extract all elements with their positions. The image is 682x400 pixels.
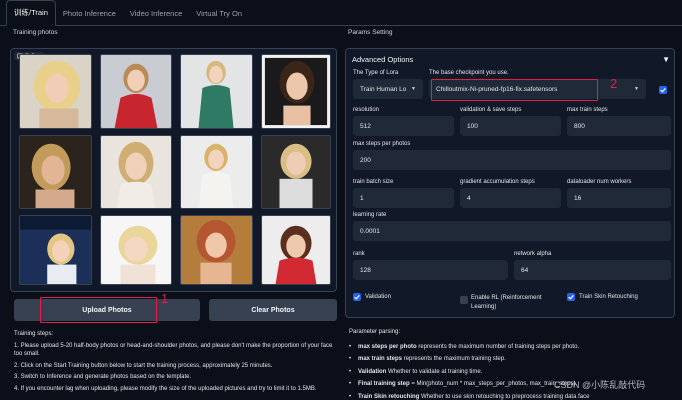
resolution-label: resolution — [353, 107, 380, 113]
parameter-desc: Whether to validate at training time. — [386, 368, 483, 375]
gallery-thumbnail[interactable] — [180, 215, 253, 285]
parameter-term: max train steps — [358, 356, 403, 362]
enable-rl-checkbox[interactable] — [460, 296, 468, 304]
max-steps-per-photos-label: max steps per photos — [353, 141, 411, 147]
parameter-item: max train steps represents the maximum t… — [349, 353, 679, 366]
parameter-item: Validation Whether to validate at traini… — [349, 366, 679, 379]
lora-type-select[interactable]: Train Human Lo ▼ — [353, 79, 423, 99]
check-icon — [568, 294, 574, 300]
training-photos-title: Training photos — [13, 29, 58, 36]
tab-bar: 训练/Train Photo Inference Video Inference… — [0, 0, 682, 26]
train-batch-size-input[interactable]: 1 — [353, 188, 454, 208]
refresh-checkpoint-checkbox[interactable] — [659, 86, 667, 94]
training-step: 3. Switch to Inference and generate phot… — [14, 374, 192, 381]
parameter-parsing-title: Parameter parsing: — [349, 329, 401, 335]
network-alpha-input[interactable]: 64 — [514, 260, 671, 280]
gallery-thumbnail[interactable] — [19, 135, 92, 209]
rank-label: rank — [353, 251, 365, 257]
enable-rl-label: Enable RL (Reinforcement Learning) — [471, 295, 542, 310]
max-steps-per-photos-input[interactable]: 200 — [353, 150, 671, 170]
skin-retouching-label: Train Skin Retouching — [579, 294, 638, 300]
training-step: 4. If you encounter lag when uploading, … — [14, 385, 317, 392]
gradient-accumulation-label: gradient accumulation steps — [460, 179, 535, 185]
gallery-thumbnail[interactable] — [261, 135, 331, 209]
validation-steps-input[interactable]: 100 — [460, 116, 561, 136]
gallery-thumbnail[interactable] — [180, 135, 253, 209]
network-alpha-label: network alpha — [514, 251, 552, 257]
chevron-down-icon: ▼ — [634, 86, 639, 92]
resolution-input[interactable]: 512 — [353, 116, 454, 136]
gallery-thumbnail[interactable] — [100, 54, 172, 129]
parameter-desc: Whether to use skin retouching to prepro… — [419, 393, 590, 400]
max-train-steps-input[interactable]: 800 — [567, 116, 671, 136]
tab-photo-inference[interactable]: Photo Inference — [56, 3, 123, 25]
train-batch-size-label: train batch size — [353, 179, 394, 185]
lora-type-value: Train Human Lo — [360, 85, 407, 93]
photo-gallery[interactable]: Gallery — [10, 48, 337, 292]
dataloader-workers-input[interactable]: 16 — [567, 188, 671, 208]
gallery-thumbnail[interactable] — [261, 54, 331, 129]
gradient-accumulation-input[interactable]: 4 — [460, 188, 561, 208]
training-step: 2. Click on the Start Training button be… — [14, 362, 273, 369]
max-train-steps-label: max train steps — [567, 107, 608, 113]
parameter-desc: represents the maximum number of trainin… — [416, 343, 580, 350]
chevron-down-icon: ▼ — [411, 86, 416, 92]
advanced-options-title: Advanced Options — [352, 55, 414, 64]
tab-train[interactable]: 训练/Train — [6, 0, 56, 26]
gallery-thumbnail[interactable] — [100, 135, 172, 209]
checkpoint-label: The base checkpoint you use. — [429, 70, 509, 76]
learning-rate-label: learning rate — [353, 212, 387, 218]
training-steps: Training steps: 1. Please upload 5-20 ha… — [14, 330, 334, 397]
parameter-term: Train Skin retouching — [358, 393, 420, 400]
validation-checkbox[interactable] — [353, 293, 361, 301]
advanced-options-header[interactable]: Advanced Options ▼ — [352, 55, 670, 64]
gallery-thumbnail[interactable] — [261, 215, 331, 285]
clear-photos-button[interactable]: Clear Photos — [209, 299, 337, 321]
params-setting-title: Params Setting — [348, 29, 393, 36]
parameter-term: max steps per photo — [358, 343, 417, 350]
tab-virtual-try-on[interactable]: Virtual Try On — [189, 3, 249, 25]
annotation-number-1: 1 — [161, 291, 169, 306]
tab-video-inference[interactable]: Video Inference — [123, 3, 189, 25]
collapse-icon[interactable]: ▼ — [662, 55, 670, 64]
parameter-term: Final training step — [358, 381, 410, 387]
gallery-thumbnail[interactable] — [180, 54, 253, 129]
training-steps-title: Training steps: — [14, 331, 54, 337]
parameter-term: Validation — [358, 368, 387, 375]
gallery-thumbnail[interactable] — [100, 215, 172, 285]
parameter-item: Train Skin retouching Whether to use ski… — [349, 391, 679, 400]
rank-input[interactable]: 128 — [353, 260, 508, 280]
parameter-item: max steps per photo represents the maxim… — [349, 341, 679, 354]
validation-checkbox-label: Validation — [365, 294, 391, 300]
annotation-number-2: 2 — [610, 76, 618, 91]
dataloader-workers-label: dataloader num workers — [567, 179, 632, 185]
check-icon — [354, 294, 360, 300]
check-icon — [660, 87, 666, 93]
learning-rate-input[interactable]: 0.0001 — [353, 221, 671, 241]
annotation-box-1 — [40, 297, 157, 323]
parameter-desc: represents the maximum training step. — [402, 356, 506, 362]
training-step: 1. Please upload 5-20 half-body photos o… — [14, 342, 333, 358]
skin-retouching-checkbox[interactable] — [567, 293, 575, 301]
watermark: CSDN @小陈乱敲代码 — [554, 380, 646, 390]
validation-steps-label: validation & save steps — [460, 107, 522, 113]
annotation-box-2 — [431, 79, 598, 101]
gallery-thumbnail[interactable] — [19, 54, 92, 129]
lora-type-label: The Type of Lora — [353, 70, 399, 76]
gallery-thumbnail[interactable] — [19, 215, 92, 285]
parameter-desc: = Min(photo_num * max_steps_per_photos, … — [409, 381, 578, 387]
